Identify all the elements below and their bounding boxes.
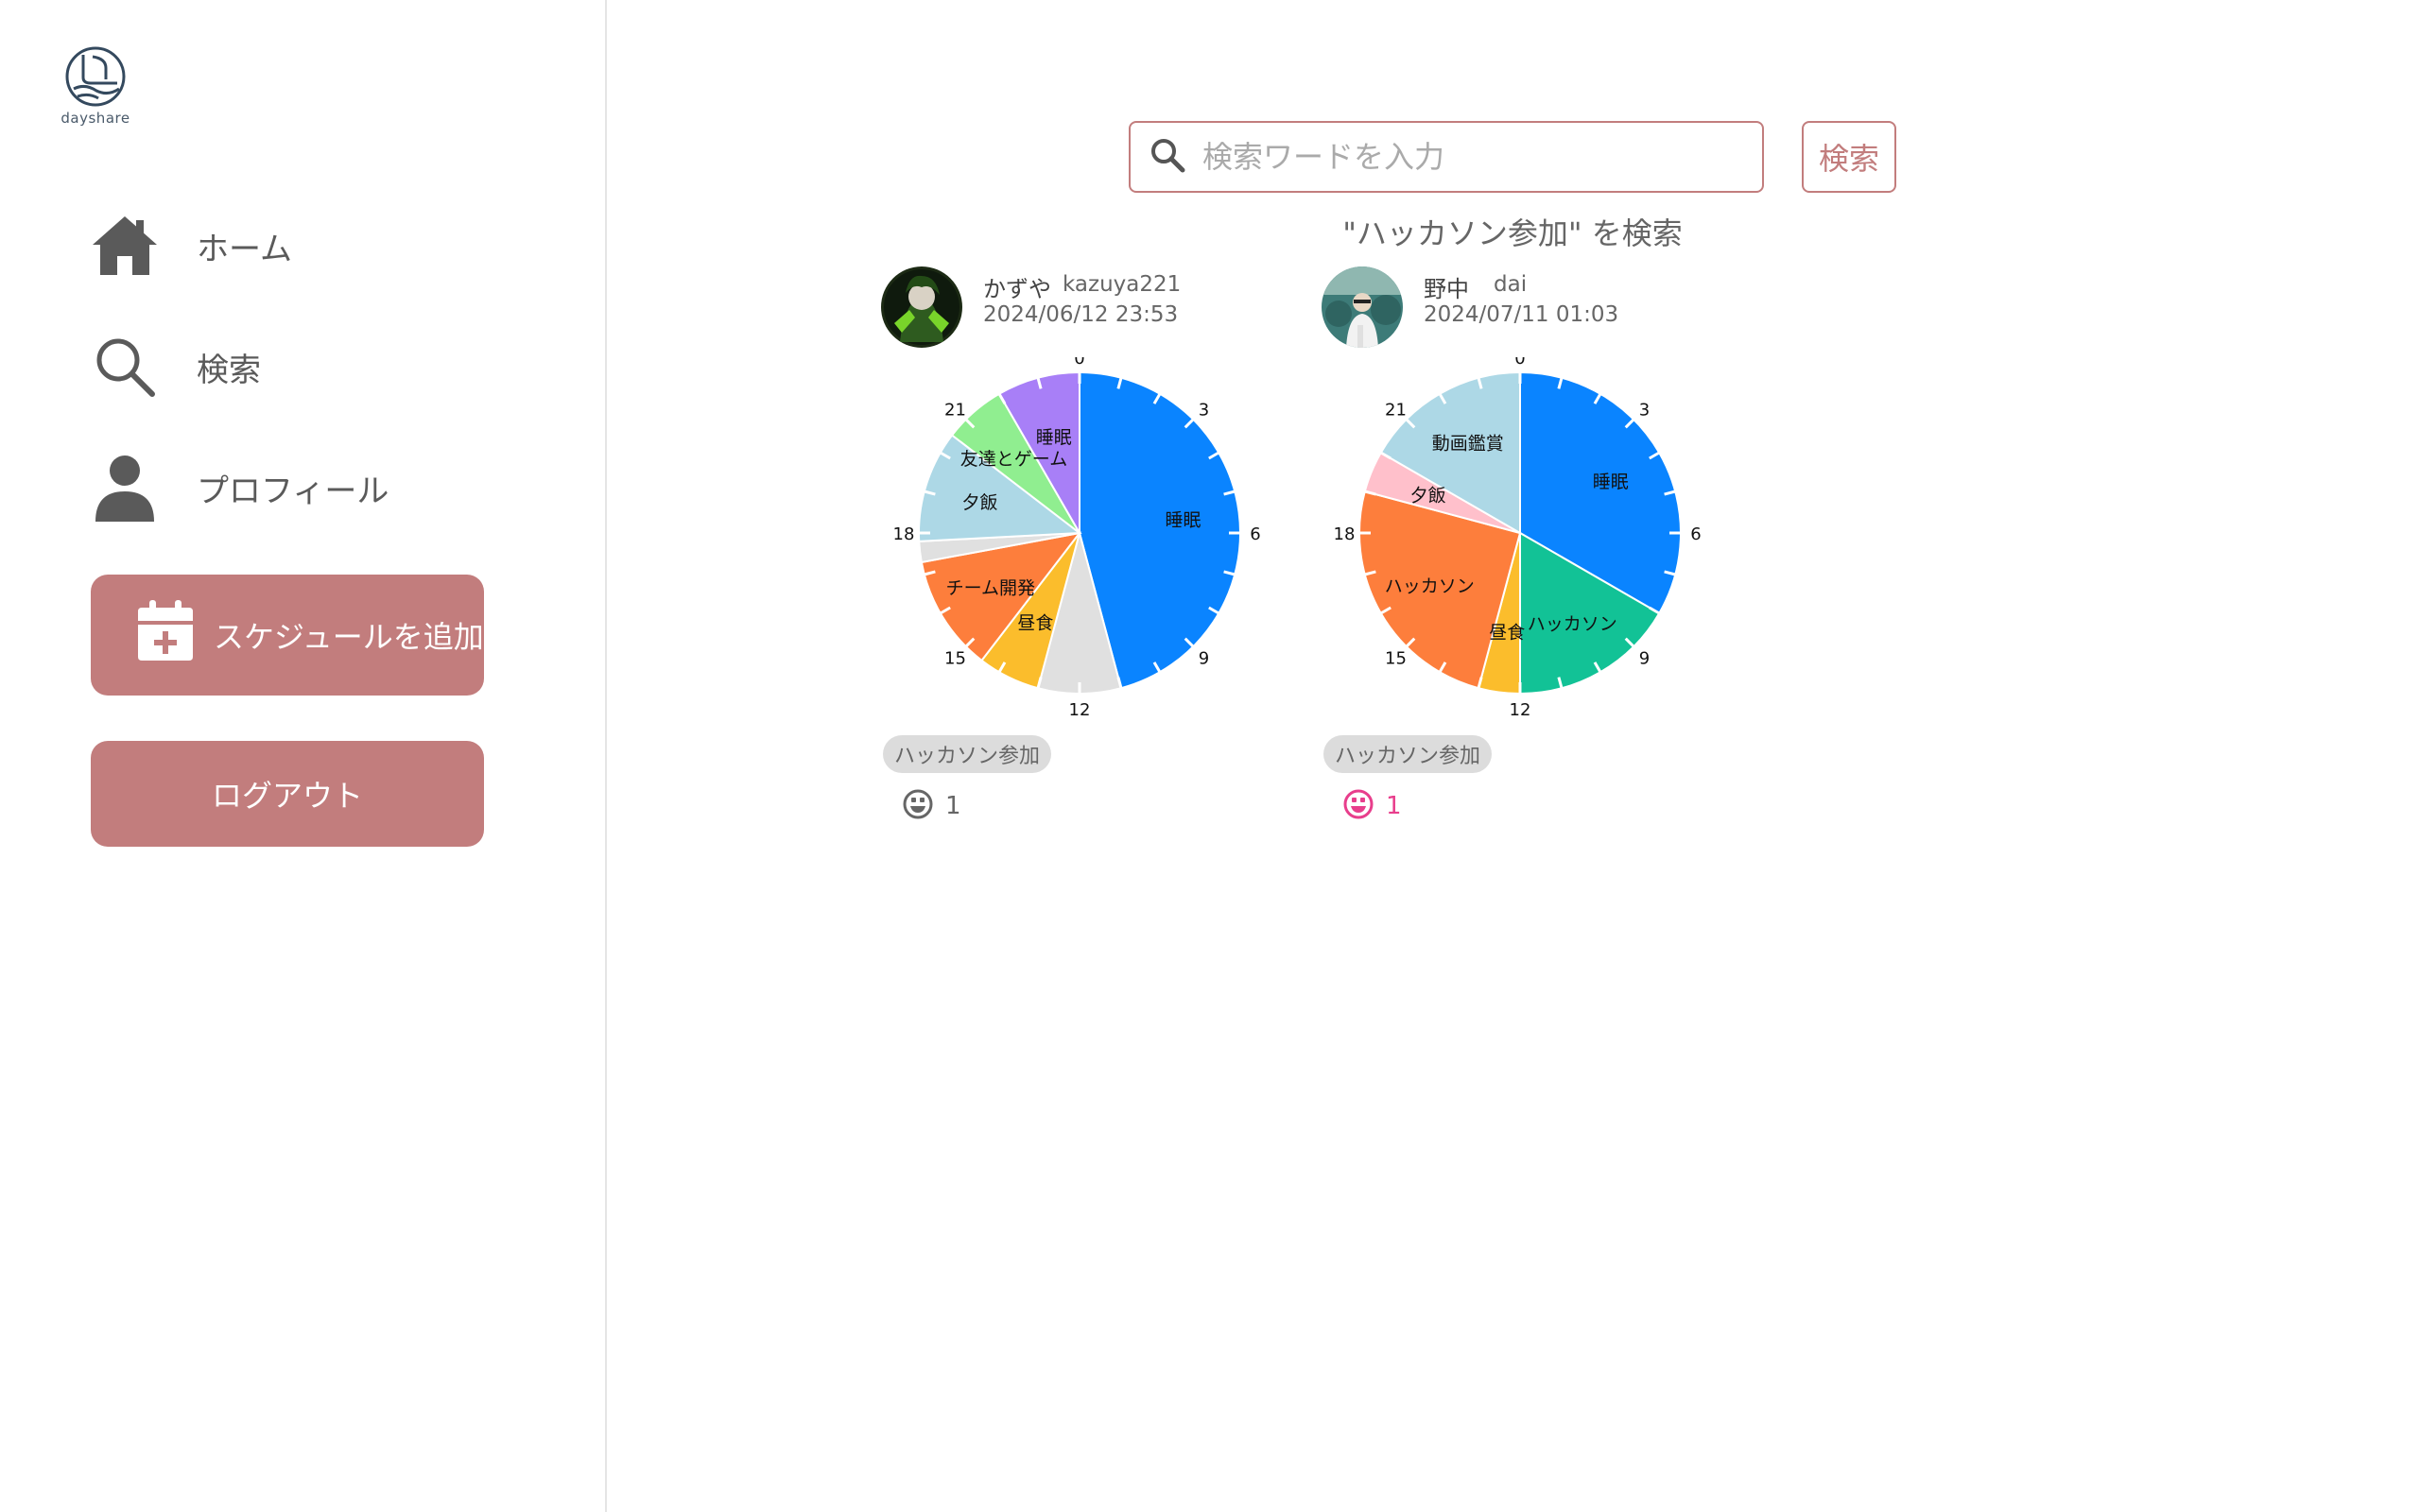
hour-label: 15	[1385, 649, 1407, 669]
user-name: かずや	[983, 276, 1051, 302]
post-card[interactable]: 野中 dai 2024/07/11 01:03 0 3 6 9 12 15 18 21 睡眠ハッ…	[1322, 266, 1719, 852]
search-icon	[1150, 137, 1185, 177]
post-date: 2024/06/12 23:53	[983, 302, 1179, 327]
home-icon	[91, 212, 159, 280]
slice-label: 睡眠	[1593, 472, 1629, 492]
tag-chip[interactable]: ハッカソン参加	[883, 735, 1052, 773]
sidebar-item-label: 検索	[197, 351, 261, 389]
user-id: dai	[1494, 272, 1528, 297]
hour-label: 12	[1069, 700, 1091, 716]
hour-label: 0	[1514, 357, 1525, 369]
tag-chip[interactable]: ハッカソン参加	[1323, 735, 1493, 773]
sidebar-item-label: プロフィール	[197, 472, 389, 510]
post-card[interactable]: かずや kazuya221 2024/06/12 23:53 0 3 6 9 12 15 1…	[881, 266, 1278, 852]
like-count: 1	[945, 792, 961, 820]
logo-text: dayshare	[60, 110, 130, 127]
sidebar-item-home[interactable]: ホーム	[91, 208, 488, 284]
schedule-pie-chart[interactable]: 036912151821睡眠昼食チーム開発夕飯友達とゲーム睡眠	[881, 357, 1278, 716]
user-icon	[91, 454, 159, 522]
slice-label: ハッカソン	[1528, 614, 1617, 635]
hour-label: 12	[1510, 700, 1531, 716]
slice-label: 動画鑑賞	[1432, 433, 1504, 454]
sidebar: dayshare ホーム 検索 プロフィール スケジュールを追加 ログアウト	[0, 0, 607, 1512]
user-id: kazuya221	[1063, 272, 1182, 297]
calendar-plus-icon	[138, 600, 193, 670]
sidebar-item-label: ホーム	[197, 230, 292, 268]
smile-icon	[902, 788, 934, 824]
hour-label: 21	[944, 400, 966, 420]
avatar[interactable]	[881, 266, 962, 348]
hour-label: 0	[1074, 357, 1084, 369]
like-count: 1	[1386, 792, 1402, 820]
logo-icon	[65, 46, 126, 107]
slice-label: 昼食	[1489, 622, 1525, 643]
avatar[interactable]	[1322, 266, 1403, 348]
sidebar-item-profile[interactable]: プロフィール	[91, 450, 488, 525]
logout-button[interactable]: ログアウト	[91, 741, 484, 847]
hour-label: 6	[1250, 524, 1260, 544]
hour-label: 18	[893, 524, 915, 544]
search-input[interactable]	[1202, 139, 1732, 175]
slice-label: ハッカソン	[1385, 576, 1475, 596]
slice-label: チーム開発	[946, 578, 1035, 599]
add-schedule-label: スケジュールを追加	[214, 619, 484, 655]
hour-label: 15	[944, 649, 966, 669]
like-button[interactable]: 1	[1342, 788, 1402, 824]
search-button[interactable]: 検索	[1802, 121, 1896, 193]
hour-label: 9	[1199, 649, 1209, 669]
slice-label: 昼食	[1017, 613, 1053, 634]
search-result-title: "ハッカソン参加" を検索	[1342, 215, 1683, 251]
hour-label: 21	[1385, 400, 1407, 420]
user-name: 野中	[1424, 276, 1469, 302]
hour-label: 6	[1690, 524, 1701, 544]
slice-label: 友達とゲーム	[960, 449, 1067, 470]
slice-label: 睡眠	[1166, 510, 1201, 531]
slice-label: 夕飯	[961, 492, 997, 513]
smile-icon	[1342, 788, 1374, 824]
hour-label: 18	[1334, 524, 1356, 544]
app-root: dayshare ホーム 検索 プロフィール スケジュールを追加 ログアウト 検…	[0, 0, 2420, 1512]
search-icon	[91, 333, 159, 401]
like-button[interactable]: 1	[902, 788, 961, 824]
slice-label: 睡眠	[1036, 427, 1072, 448]
hour-label: 9	[1639, 649, 1650, 669]
add-schedule-button[interactable]: スケジュールを追加	[91, 575, 484, 696]
app-logo[interactable]: dayshare	[55, 45, 136, 127]
sidebar-item-search[interactable]: 検索	[91, 329, 488, 404]
post-date: 2024/07/11 01:03	[1424, 302, 1619, 327]
schedule-pie-chart[interactable]: 036912151821睡眠ハッカソン昼食ハッカソン夕飯動画鑑賞	[1322, 357, 1719, 716]
hour-label: 3	[1199, 400, 1209, 420]
hour-label: 3	[1639, 400, 1650, 420]
search-field[interactable]	[1129, 121, 1764, 193]
slice-label: 夕飯	[1410, 486, 1446, 507]
